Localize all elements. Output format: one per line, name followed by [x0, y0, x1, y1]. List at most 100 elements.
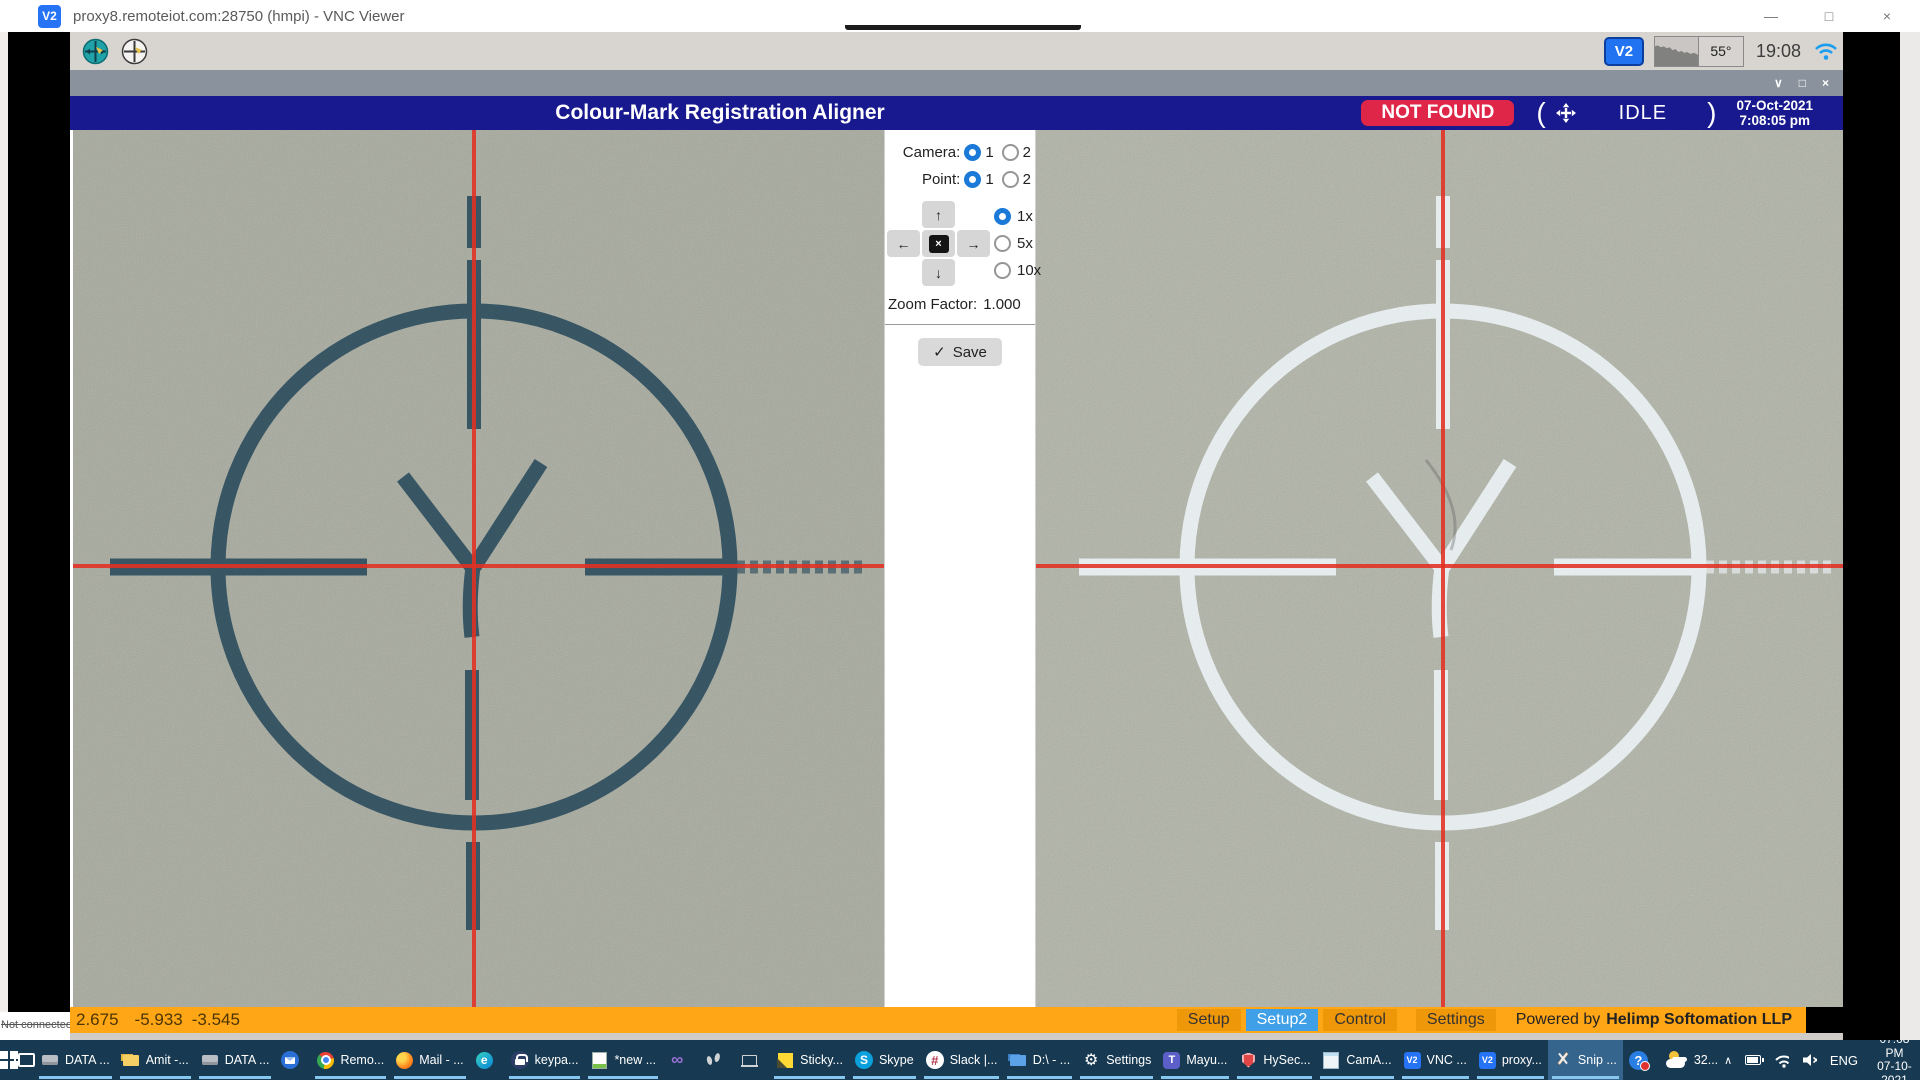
taskbar-item-label: Sticky...	[800, 1053, 843, 1067]
taskbar-item-label: VNC ...	[1427, 1053, 1467, 1067]
minimize-button[interactable]: —	[1756, 8, 1786, 24]
taskbar-item[interactable]: D:\ - ...	[1003, 1040, 1077, 1080]
taskbar-item-label: DATA ...	[225, 1053, 270, 1067]
taskbar-item[interactable]: Skype	[849, 1040, 920, 1080]
taskbar-item[interactable]	[662, 1040, 698, 1080]
taskbar-item-label: Settings	[1106, 1053, 1151, 1067]
taskbar-item[interactable]: Slack |...	[920, 1040, 1003, 1080]
radio-label: 1	[985, 171, 993, 188]
jog-down-button[interactable]: ↓	[922, 259, 955, 286]
registration-app-icon-outline[interactable]	[121, 38, 148, 65]
volume-muted-icon[interactable]	[1802, 1053, 1817, 1067]
crosshair-horizontal-line	[1036, 564, 1843, 568]
jog-right-button[interactable]: →	[957, 230, 990, 257]
taskbar-item-label: Amit -...	[146, 1053, 189, 1067]
zoom-factor-row: Zoom Factor: 1.000	[885, 286, 1035, 313]
taskbar-item-label: *new ...	[614, 1053, 656, 1067]
taskbar-item[interactable]: Snip ...	[1548, 1040, 1623, 1080]
hidden-icons-chevron[interactable]: ∧	[1724, 1054, 1732, 1067]
zoom-factor-value: 1.000	[983, 296, 1021, 313]
footer-tab[interactable]: Control	[1323, 1009, 1397, 1031]
camera-radio-group: 1 2	[964, 144, 1031, 161]
remote-app-titlebar: ∨ □ ×	[70, 70, 1843, 96]
taskbar-item[interactable]: DATA ...	[195, 1040, 276, 1080]
maximize-button[interactable]: □	[1814, 8, 1844, 24]
zoom-radio-option[interactable]: 5x	[994, 235, 1041, 252]
battery-icon[interactable]	[1745, 1055, 1761, 1065]
mail-icon	[281, 1051, 299, 1069]
help-icon	[1629, 1051, 1648, 1070]
wifi-icon	[1813, 40, 1839, 62]
crosshair-vertical-line	[1441, 130, 1445, 1007]
footer-tab-bar: Setup Setup2 Control Settings	[1177, 1009, 1496, 1031]
taskbar-item[interactable]: DATA ...	[35, 1040, 116, 1080]
jog-left-button[interactable]: ←	[887, 230, 920, 257]
center-x-icon: ×	[929, 235, 949, 253]
registration-app-icon-filled[interactable]	[82, 38, 109, 65]
taskbar-item[interactable]	[734, 1040, 770, 1080]
taskbar-clock[interactable]: 07:08 PM 07-10-2021	[1871, 1040, 1918, 1080]
remote-collapse-button[interactable]: ∨	[1774, 76, 1783, 90]
move-icon[interactable]	[1555, 102, 1577, 124]
camera-1-view[interactable]	[73, 130, 884, 1007]
taskbar-item[interactable]	[275, 1040, 311, 1080]
camera-radio-option[interactable]: 1	[964, 144, 993, 161]
footer-tab[interactable]: Settings	[1416, 1009, 1496, 1031]
save-button[interactable]: ✓ Save	[918, 338, 1002, 366]
zoom-radio-option[interactable]: 10x	[994, 262, 1041, 279]
taskbar-item[interactable]: Sticky...	[770, 1040, 849, 1080]
footer-tab[interactable]: Setup	[1177, 1009, 1241, 1031]
save-button-label: Save	[953, 344, 987, 361]
remote-pc-icon	[740, 1051, 758, 1069]
taskbar-item-label: D:\ - ...	[1033, 1053, 1071, 1067]
language-indicator[interactable]: ENG	[1830, 1053, 1858, 1068]
taskbar-time: 07:08 PM	[1871, 1040, 1918, 1060]
jog-up-button[interactable]: ↑	[922, 201, 955, 228]
footer-tab[interactable]: Setup2	[1246, 1009, 1319, 1031]
taskbar-item[interactable]: keypa...	[505, 1040, 585, 1080]
taskbar-item[interactable]: Amit -...	[116, 1040, 195, 1080]
remote-maximize-button[interactable]: □	[1799, 76, 1806, 90]
vnc-server-logo[interactable]: V2	[1604, 37, 1644, 66]
radio-icon[interactable]	[994, 262, 1011, 279]
taskbar-item[interactable]: Mail - ...	[390, 1040, 469, 1080]
taskbar-item[interactable]	[698, 1040, 734, 1080]
radio-icon[interactable]	[964, 144, 981, 161]
radio-icon[interactable]	[994, 235, 1011, 252]
taskbar-item[interactable]: VNC ...	[1398, 1040, 1473, 1080]
taskbar-item[interactable]: HySec...	[1233, 1040, 1316, 1080]
firefox-icon	[396, 1052, 413, 1069]
remote-close-button[interactable]: ×	[1822, 76, 1829, 90]
task-view-button[interactable]	[18, 1040, 35, 1080]
taskbar-item[interactable]: 32...	[1660, 1040, 1724, 1080]
taskbar-item[interactable]: Remo...	[311, 1040, 390, 1080]
point-radio-option[interactable]: 1	[964, 171, 993, 188]
radio-icon[interactable]	[964, 171, 981, 188]
app-header: Colour-Mark Registration Aligner NOT FOU…	[70, 96, 1843, 130]
taskbar-item[interactable]	[1623, 1040, 1660, 1080]
temperature-readout: 55°	[1699, 37, 1743, 66]
point-radio-option[interactable]: 2	[1002, 171, 1031, 188]
zoom-radio-option[interactable]: 1x	[994, 208, 1041, 225]
taskbar-item[interactable]: *new ...	[584, 1040, 662, 1080]
network-icon[interactable]	[1774, 1053, 1789, 1068]
taskbar-item[interactable]: proxy...	[1473, 1040, 1548, 1080]
radio-label: 2	[1023, 171, 1031, 188]
radio-label: 5x	[1017, 235, 1033, 252]
taskbar-item[interactable]: CamA...	[1316, 1040, 1397, 1080]
radio-icon[interactable]	[1002, 144, 1019, 161]
taskbar-item-label: keypa...	[535, 1053, 579, 1067]
radio-icon[interactable]	[1002, 171, 1019, 188]
taskbar-item[interactable]	[470, 1040, 505, 1080]
taskbar-item[interactable]: Settings	[1076, 1040, 1157, 1080]
camera-radio-option[interactable]: 2	[1002, 144, 1031, 161]
weather-icon	[1666, 1051, 1688, 1069]
taskbar-item[interactable]: Mayu...	[1157, 1040, 1233, 1080]
camera-2-view[interactable]	[1036, 130, 1843, 1007]
close-button[interactable]: ×	[1872, 8, 1902, 24]
vnc-toolbar-tab[interactable]	[845, 25, 1081, 30]
radio-icon[interactable]	[994, 208, 1011, 225]
point-radio-group: 1 2	[964, 171, 1031, 188]
taskbar-item-label: CamA...	[1346, 1053, 1391, 1067]
jog-center-button[interactable]: ×	[922, 230, 955, 257]
